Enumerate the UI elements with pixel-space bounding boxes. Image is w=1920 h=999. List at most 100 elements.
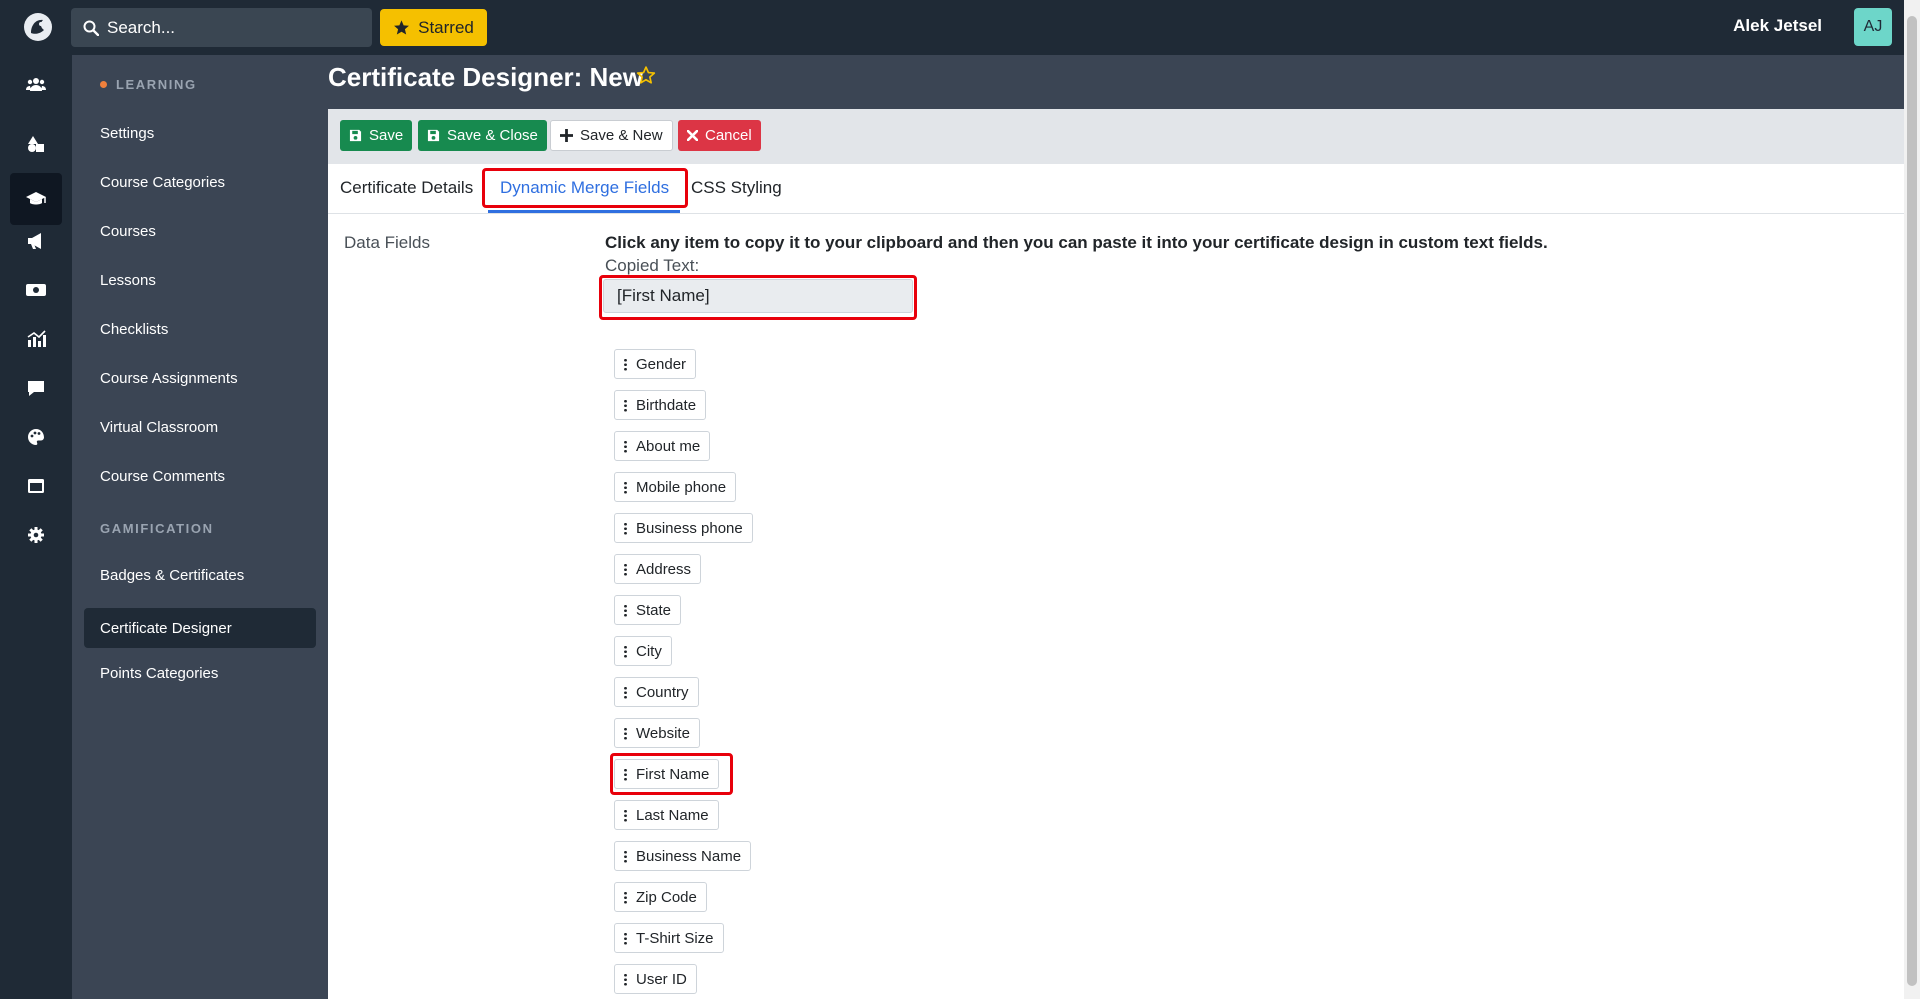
icon-rail [0,55,72,999]
merge-field-user-id[interactable]: User ID [614,964,697,994]
merge-field-label: Gender [636,355,687,373]
merge-field-label: Mobile phone [636,478,727,496]
sidebar-section-learning: LEARNING [100,77,197,92]
merge-field-city[interactable]: City [614,636,672,666]
top-bar: Search... Starred Alek Jetsel AJ [0,0,1920,55]
floppy-disk-icon [427,129,440,142]
scrollbar-thumb[interactable] [1907,16,1917,986]
search-placeholder: Search... [107,17,176,37]
floppy-disk-icon [349,129,362,142]
save-close-label: Save & Close [447,127,538,144]
merge-field-label: About me [636,437,701,455]
section-label: LEARNING [116,77,197,92]
starred-button[interactable]: Starred [380,9,487,46]
merge-field-label: User ID [636,970,687,988]
cancel-label: Cancel [705,127,752,144]
active-tab-indicator [488,210,680,213]
palette-icon[interactable] [10,411,62,463]
sidebar-item-course-categories[interactable]: Course Categories [84,162,316,202]
merge-field-website[interactable]: Website [614,718,700,748]
merge-field-address[interactable]: Address [614,554,702,584]
sidebar-item-course-assignments[interactable]: Course Assignments [84,358,316,398]
merge-field-label: Birthdate [636,396,697,414]
copied-text-field[interactable]: [First Name] [603,279,913,313]
tab-dynamic-merge-fields[interactable]: Dynamic Merge Fields [500,178,669,198]
merge-field-label: City [636,642,662,660]
sidebar-item-virtual-classroom[interactable]: Virtual Classroom [84,407,316,447]
shapes-icon[interactable] [10,118,62,170]
users-icon[interactable] [10,58,62,110]
merge-field-zip-code[interactable]: Zip Code [614,882,707,912]
sidebar-item-course-comments[interactable]: Course Comments [84,456,316,496]
app-logo-icon[interactable] [22,11,54,43]
sidebar-item-certificate-designer[interactable]: Certificate Designer [84,608,316,648]
avatar[interactable]: AJ [1854,8,1892,46]
drag-handle-icon [624,521,627,535]
drag-handle-icon [624,890,627,904]
drag-handle-icon [624,972,627,986]
page-header: Certificate Designer: New [328,55,1904,109]
merge-field-label: Business phone [636,519,743,537]
drag-handle-icon [624,439,627,453]
sidebar-item-badges-certificates[interactable]: Badges & Certificates [84,555,316,595]
save-close-button[interactable]: Save & Close [418,120,547,151]
save-label: Save [369,127,404,144]
comment-icon[interactable] [10,362,62,414]
save-new-button[interactable]: Save & New [550,120,673,151]
chart-icon[interactable] [10,313,62,365]
merge-field-label: Website [636,724,690,742]
cancel-button[interactable]: Cancel [678,120,761,151]
copied-text-label: Copied Text: [605,256,700,275]
merge-field-birthdate[interactable]: Birthdate [614,390,707,420]
merge-field-label: Country [636,683,689,701]
drag-handle-icon [624,398,627,412]
sidebar-item-courses[interactable]: Courses [84,211,316,251]
merge-field-mobile-phone[interactable]: Mobile phone [614,472,737,502]
drag-handle-icon [624,685,627,699]
drag-handle-icon [624,357,627,371]
drag-handle-icon [624,767,627,781]
action-toolbar: Save Save & Close Save & New Cancel [328,109,1904,164]
tab-certificate-details[interactable]: Certificate Details [340,178,473,198]
favorite-star-icon[interactable] [636,65,656,90]
drag-handle-icon [624,849,627,863]
tab-css-styling[interactable]: CSS Styling [691,178,782,198]
merge-field-business-phone[interactable]: Business phone [614,513,753,543]
sidebar-item-settings[interactable]: Settings [84,113,316,153]
drag-handle-icon [624,480,627,494]
money-icon[interactable] [10,264,62,316]
sidebar-section-gamification: GAMIFICATION [100,521,214,536]
sidebar-item-checklists[interactable]: Checklists [84,309,316,349]
sidebar-item-lessons[interactable]: Lessons [84,260,316,300]
drag-handle-icon [624,603,627,617]
megaphone-icon[interactable] [10,215,62,267]
merge-field-t-shirt-size[interactable]: T-Shirt Size [614,923,724,953]
merge-field-country[interactable]: Country [614,677,699,707]
close-icon [687,130,698,141]
search-input[interactable]: Search... [71,8,372,47]
merge-field-label: State [636,601,672,619]
status-dot [100,81,107,88]
window-icon[interactable] [10,460,62,512]
merge-field-last-name[interactable]: Last Name [614,800,719,830]
star-icon [394,20,410,35]
user-name[interactable]: Alek Jetsel [1733,16,1822,36]
drag-handle-icon [624,931,627,945]
merge-field-label: Last Name [636,806,709,824]
merge-field-label: Zip Code [636,888,697,906]
save-button[interactable]: Save [340,120,413,151]
merge-field-label: Address [636,560,692,578]
merge-field-about-me[interactable]: About me [614,431,711,461]
merge-field-label: First Name [636,765,710,783]
merge-field-gender[interactable]: Gender [614,349,697,379]
drag-handle-icon [624,644,627,658]
gear-icon[interactable] [10,509,62,561]
merge-field-state[interactable]: State [614,595,682,625]
plus-icon [560,129,573,142]
save-new-label: Save & New [580,127,663,144]
merge-field-first-name[interactable]: First Name [614,759,720,789]
sidebar-item-points-categories[interactable]: Points Categories [84,653,316,693]
page-title: Certificate Designer: New [328,62,643,92]
merge-field-business-name[interactable]: Business Name [614,841,752,871]
instruction-text: Click any item to copy it to your clipbo… [605,233,1548,252]
